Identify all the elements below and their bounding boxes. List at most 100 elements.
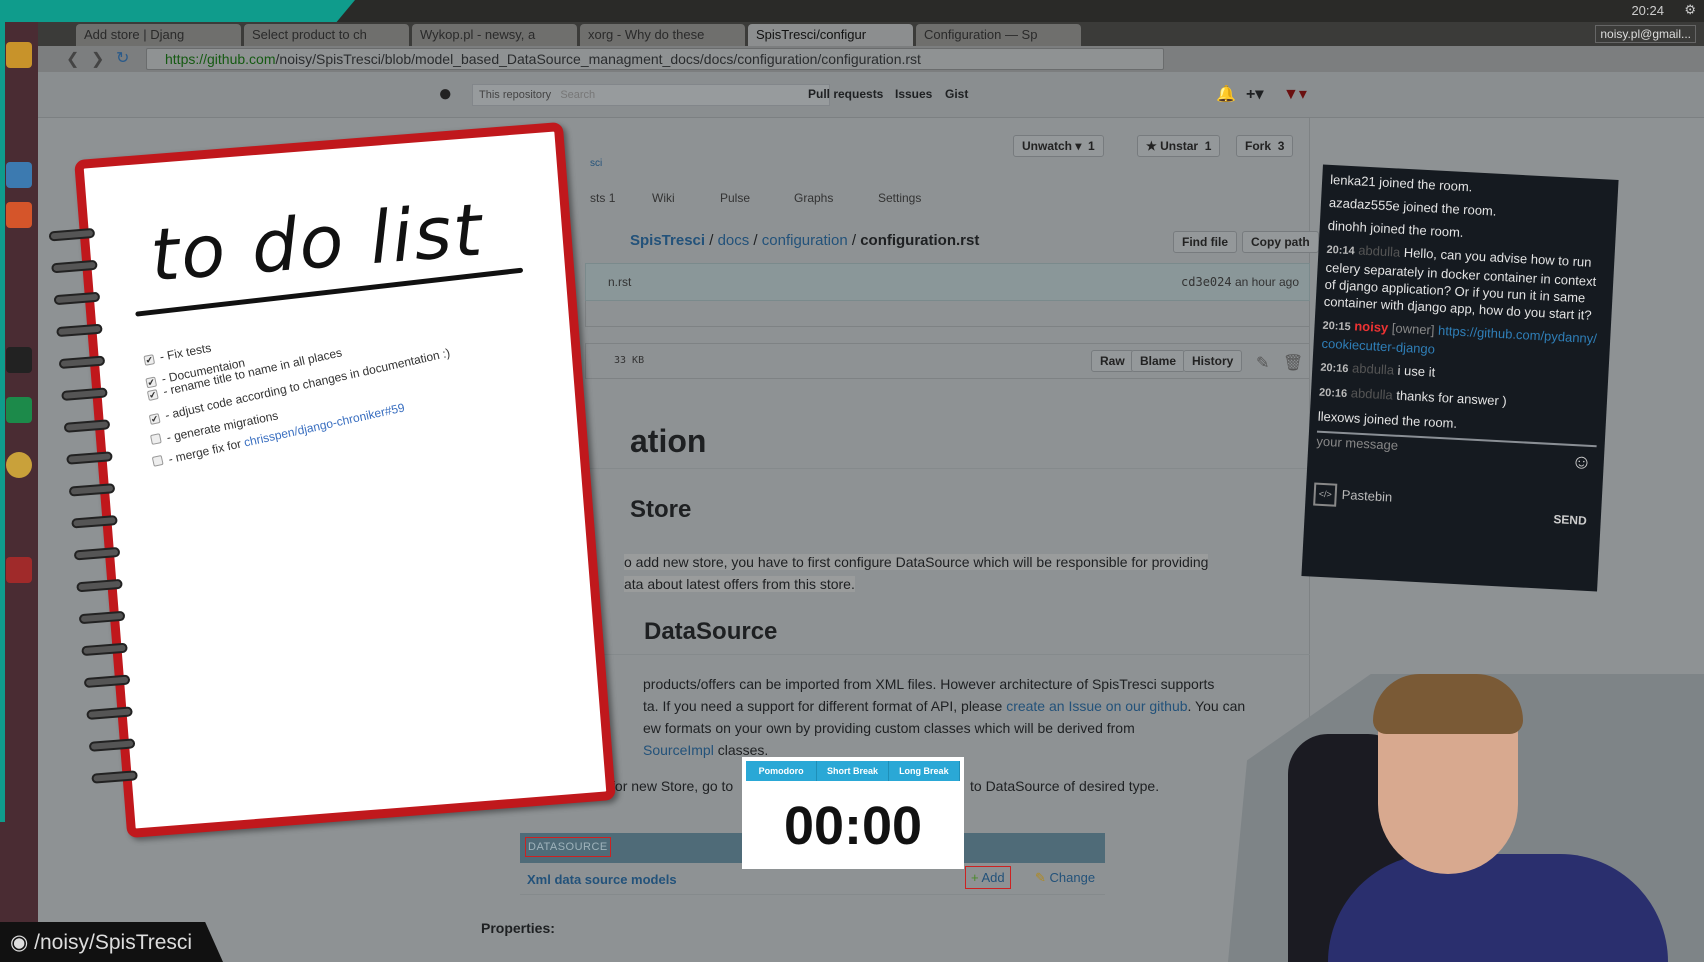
emoji-icon[interactable]: ☺	[1571, 451, 1593, 474]
tab-settings[interactable]: Settings	[878, 191, 921, 205]
timer-display: 00:00	[783, 796, 923, 856]
search-placeholder: Search	[560, 89, 596, 101]
app-icon[interactable]	[6, 202, 32, 228]
back-icon[interactable]: ❮	[66, 49, 79, 69]
change-button[interactable]: ✎ Change	[1035, 870, 1095, 886]
breadcrumb-configuration[interactable]: configuration	[762, 232, 848, 249]
message-time: 20:15	[1322, 319, 1351, 334]
pencil-icon[interactable]: ✎	[1256, 353, 1269, 373]
message-text: azadaz555e joined the room.	[1328, 194, 1497, 219]
pomodoro-tab[interactable]: Pomodoro	[746, 761, 818, 781]
tab[interactable]: xorg - Why do these	[580, 24, 745, 46]
app-icon[interactable]	[6, 42, 32, 68]
tab-wiki[interactable]: Wiki	[652, 191, 675, 205]
checkbox-unchecked[interactable]	[151, 454, 164, 467]
trash-icon[interactable]: 🗑	[1283, 353, 1303, 373]
message-user: abdulla	[1357, 242, 1401, 260]
docker-icon[interactable]	[6, 162, 32, 188]
breadcrumb-repo[interactable]: SpisTresci	[630, 232, 705, 249]
url-input[interactable]: https://github.com/noisy/SpisTresci/blob…	[146, 48, 1164, 70]
unstar-button[interactable]: ★ Unstar 1	[1137, 135, 1221, 157]
search-input[interactable]: This repository Search	[472, 84, 830, 106]
message-input[interactable]: your message ☺	[1314, 430, 1597, 490]
reload-icon[interactable]: ↻	[116, 48, 129, 68]
tab[interactable]: Add store | Djang	[76, 24, 241, 46]
github-header: ● This repository Search Pull requests I…	[38, 72, 1704, 118]
breadcrumb-docs[interactable]: docs	[718, 232, 750, 249]
history-button[interactable]: History	[1183, 350, 1243, 372]
create-issue-link[interactable]: create an Issue on our github	[1006, 698, 1187, 714]
url-host: https://github.com	[165, 51, 276, 67]
profile-button[interactable]: noisy.pl@gmail...	[1595, 25, 1696, 43]
nav-gist[interactable]: Gist	[945, 87, 968, 101]
repo-name-link[interactable]: sci	[590, 158, 602, 169]
watch-count: 1	[1088, 139, 1095, 153]
code-icon[interactable]: </>	[1313, 482, 1338, 507]
checkbox-checked[interactable]: ✔	[148, 413, 161, 425]
text: to DataSource of desired type.	[970, 778, 1160, 794]
add-button[interactable]: + Add	[965, 866, 1011, 889]
xml-data-source-link[interactable]: Xml data source models	[527, 872, 677, 887]
repo-label-text: /noisy/SpisTresci	[34, 931, 193, 954]
pomodoro-timer: Pomodoro Short Break Long Break 00:00	[742, 757, 964, 869]
tab-pull-requests[interactable]: sts 1	[590, 191, 615, 205]
copy-path-button[interactable]: Copy path	[1242, 231, 1319, 253]
tab-pulse[interactable]: Pulse	[720, 191, 750, 205]
nav-pull-requests[interactable]: Pull requests	[808, 87, 883, 101]
sd-card-icon[interactable]	[6, 557, 32, 583]
pastebin-button[interactable]: Pastebin	[1341, 486, 1392, 506]
todo-text: - Fix tests	[158, 340, 213, 364]
pycharm-icon[interactable]	[6, 397, 32, 423]
tab-label: sts	[590, 191, 606, 205]
text: ta. If you need a support for different …	[643, 698, 1007, 714]
long-break-tab[interactable]: Long Break	[889, 761, 960, 781]
sourceimpl-link[interactable]: SourceImpl	[643, 742, 714, 758]
send-button[interactable]: SEND	[1553, 511, 1587, 530]
terminal-icon[interactable]	[6, 347, 32, 373]
fork-button[interactable]: Fork 3	[1236, 135, 1294, 157]
short-break-tab[interactable]: Short Break	[817, 761, 889, 781]
github-logo-icon: ◉	[10, 931, 29, 954]
chat-message: 20:15 noisy [owner] https://github.com/p…	[1321, 316, 1603, 367]
checkbox-checked[interactable]: ✔	[143, 354, 156, 366]
commit-bar: n.rst cd3e024 an hour ago	[585, 263, 1310, 301]
app-launcher	[0, 22, 38, 962]
commit-sha[interactable]: cd3e024	[1181, 275, 1232, 289]
tab[interactable]: Configuration — Sp	[916, 24, 1081, 46]
blame-button[interactable]: Blame	[1131, 350, 1186, 372]
commit-time: an hour ago	[1234, 275, 1299, 289]
gear-icon[interactable]: ⚙	[1684, 2, 1696, 18]
properties-heading: Properties:	[481, 920, 555, 936]
chat-message: 20:14 abdulla Hello, can you advise how …	[1323, 240, 1606, 325]
checkbox-unchecked[interactable]	[150, 433, 162, 445]
unwatch-button[interactable]: Unwatch ▾ 1	[1013, 135, 1104, 157]
github-logo-icon[interactable]: ●	[438, 80, 453, 108]
chrome-icon[interactable]	[6, 452, 32, 478]
commit-message[interactable]: n.rst	[608, 275, 631, 289]
plus-icon[interactable]: +▾	[1246, 84, 1263, 104]
message-text: lenka21 joined the room.	[1329, 171, 1473, 195]
breadcrumb-separator: /	[847, 232, 861, 249]
url-path: /noisy/SpisTresci/blob/model_based_DataS…	[275, 51, 921, 67]
bell-icon[interactable]: 🔔	[1216, 84, 1236, 104]
find-file-button[interactable]: Find file	[1173, 231, 1237, 253]
forward-icon[interactable]: ❯	[91, 49, 104, 69]
text: o add new store, you have to first confi…	[624, 554, 1209, 570]
text: ata about latest offers from this store.	[624, 576, 855, 592]
avatar[interactable]: ▼▾	[1283, 84, 1307, 104]
tab[interactable]: Wykop.pl - newsy, a	[412, 24, 577, 46]
unstar-label: ★ Unstar	[1146, 139, 1199, 153]
raw-button[interactable]: Raw	[1091, 350, 1134, 372]
repo-overlay-label: ◉ /noisy/SpisTresci	[0, 922, 223, 962]
fork-label: Fork	[1245, 139, 1272, 153]
tab-graphs[interactable]: Graphs	[794, 191, 833, 205]
nav-issues[interactable]: Issues	[895, 87, 932, 101]
tab-active[interactable]: SpisTresci/configur	[748, 24, 913, 46]
browser-tab-bar: Add store | Djang Select product to ch W…	[36, 22, 1704, 46]
add-label: Add	[981, 870, 1005, 885]
pr-link[interactable]: chrisspen/django-chroniker#59	[243, 400, 406, 449]
tab[interactable]: Select product to ch	[244, 24, 409, 46]
checkbox-checked[interactable]: ✔	[146, 389, 159, 402]
message-text: thanks for answer )	[1395, 387, 1508, 409]
change-label: Change	[1049, 870, 1096, 885]
